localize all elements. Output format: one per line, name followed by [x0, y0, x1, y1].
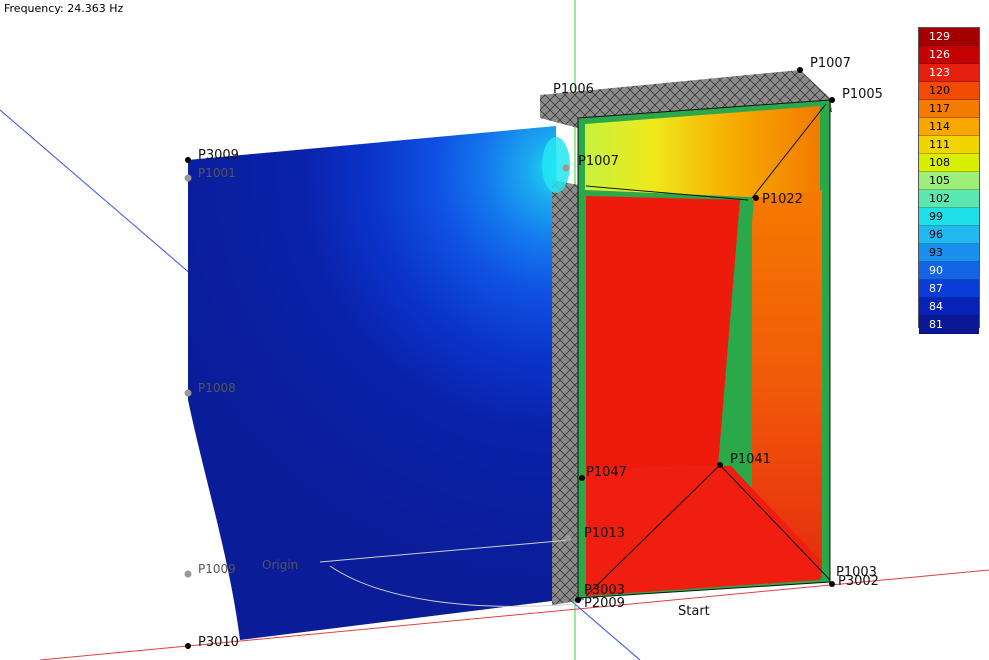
point-label: P1047 [586, 465, 627, 480]
point-marker[interactable] [829, 581, 835, 587]
legend-entry: 114 [919, 118, 979, 136]
legend-entry: 81 [919, 316, 979, 334]
3d-viewport[interactable]: Frequency: 24.363 Hz P3009 P1001 P1008 P… [0, 0, 989, 660]
point-label: P1007 [578, 154, 619, 169]
legend-entry: 84 [919, 298, 979, 316]
legend-entry: 87 [919, 280, 979, 298]
point-marker[interactable] [184, 570, 192, 578]
point-label: P1009 [198, 562, 236, 576]
point-label: P1008 [198, 381, 236, 395]
legend-entry: 117 [919, 100, 979, 118]
model-canvas[interactable] [0, 0, 989, 660]
point-label: P1005 [842, 87, 883, 102]
point-label: P1006 [553, 82, 594, 97]
legend-entry: 96 [919, 226, 979, 244]
legend-entry: 90 [919, 262, 979, 280]
point-marker[interactable] [185, 157, 191, 163]
point-marker[interactable] [562, 164, 570, 172]
point-label: P2009 [584, 596, 625, 611]
point-label: P1001 [198, 166, 236, 180]
legend-entry: 99 [919, 208, 979, 226]
point-label: P3003 [584, 583, 625, 598]
point-marker[interactable] [185, 643, 191, 649]
point-marker[interactable] [753, 195, 759, 201]
point-marker[interactable] [564, 534, 572, 542]
point-label: P1022 [762, 192, 803, 207]
start-label: Start [678, 604, 710, 619]
point-marker[interactable] [579, 475, 585, 481]
legend-entry: 123 [919, 64, 979, 82]
point-marker[interactable] [575, 597, 581, 603]
point-marker[interactable] [717, 462, 723, 468]
blue-plate-surface[interactable] [188, 126, 560, 640]
point-label: P1041 [730, 452, 771, 467]
origin-label: Origin [262, 558, 299, 572]
point-label: P1007 [810, 56, 851, 71]
point-label: P3009 [198, 148, 239, 163]
point-marker[interactable] [184, 174, 192, 182]
legend-entry: 102 [919, 190, 979, 208]
legend-entry: 108 [919, 154, 979, 172]
point-marker[interactable] [829, 97, 835, 103]
legend-entry: 105 [919, 172, 979, 190]
point-label: P3002 [838, 574, 879, 589]
point-label: P3010 [198, 635, 239, 650]
legend-entry: 93 [919, 244, 979, 262]
legend-entry: 126 [919, 46, 979, 64]
frequency-readout: Frequency: 24.363 Hz [4, 2, 124, 15]
legend-entry: 129 [919, 28, 979, 46]
point-marker[interactable] [184, 389, 192, 397]
point-marker[interactable] [797, 67, 803, 73]
legend-entry: 111 [919, 136, 979, 154]
legend-entry: 120 [919, 82, 979, 100]
color-legend: 129 126 123 120 117 114 111 108 105 102 99 96 93 90 87… [918, 27, 980, 334]
point-label: P1013 [584, 526, 625, 541]
